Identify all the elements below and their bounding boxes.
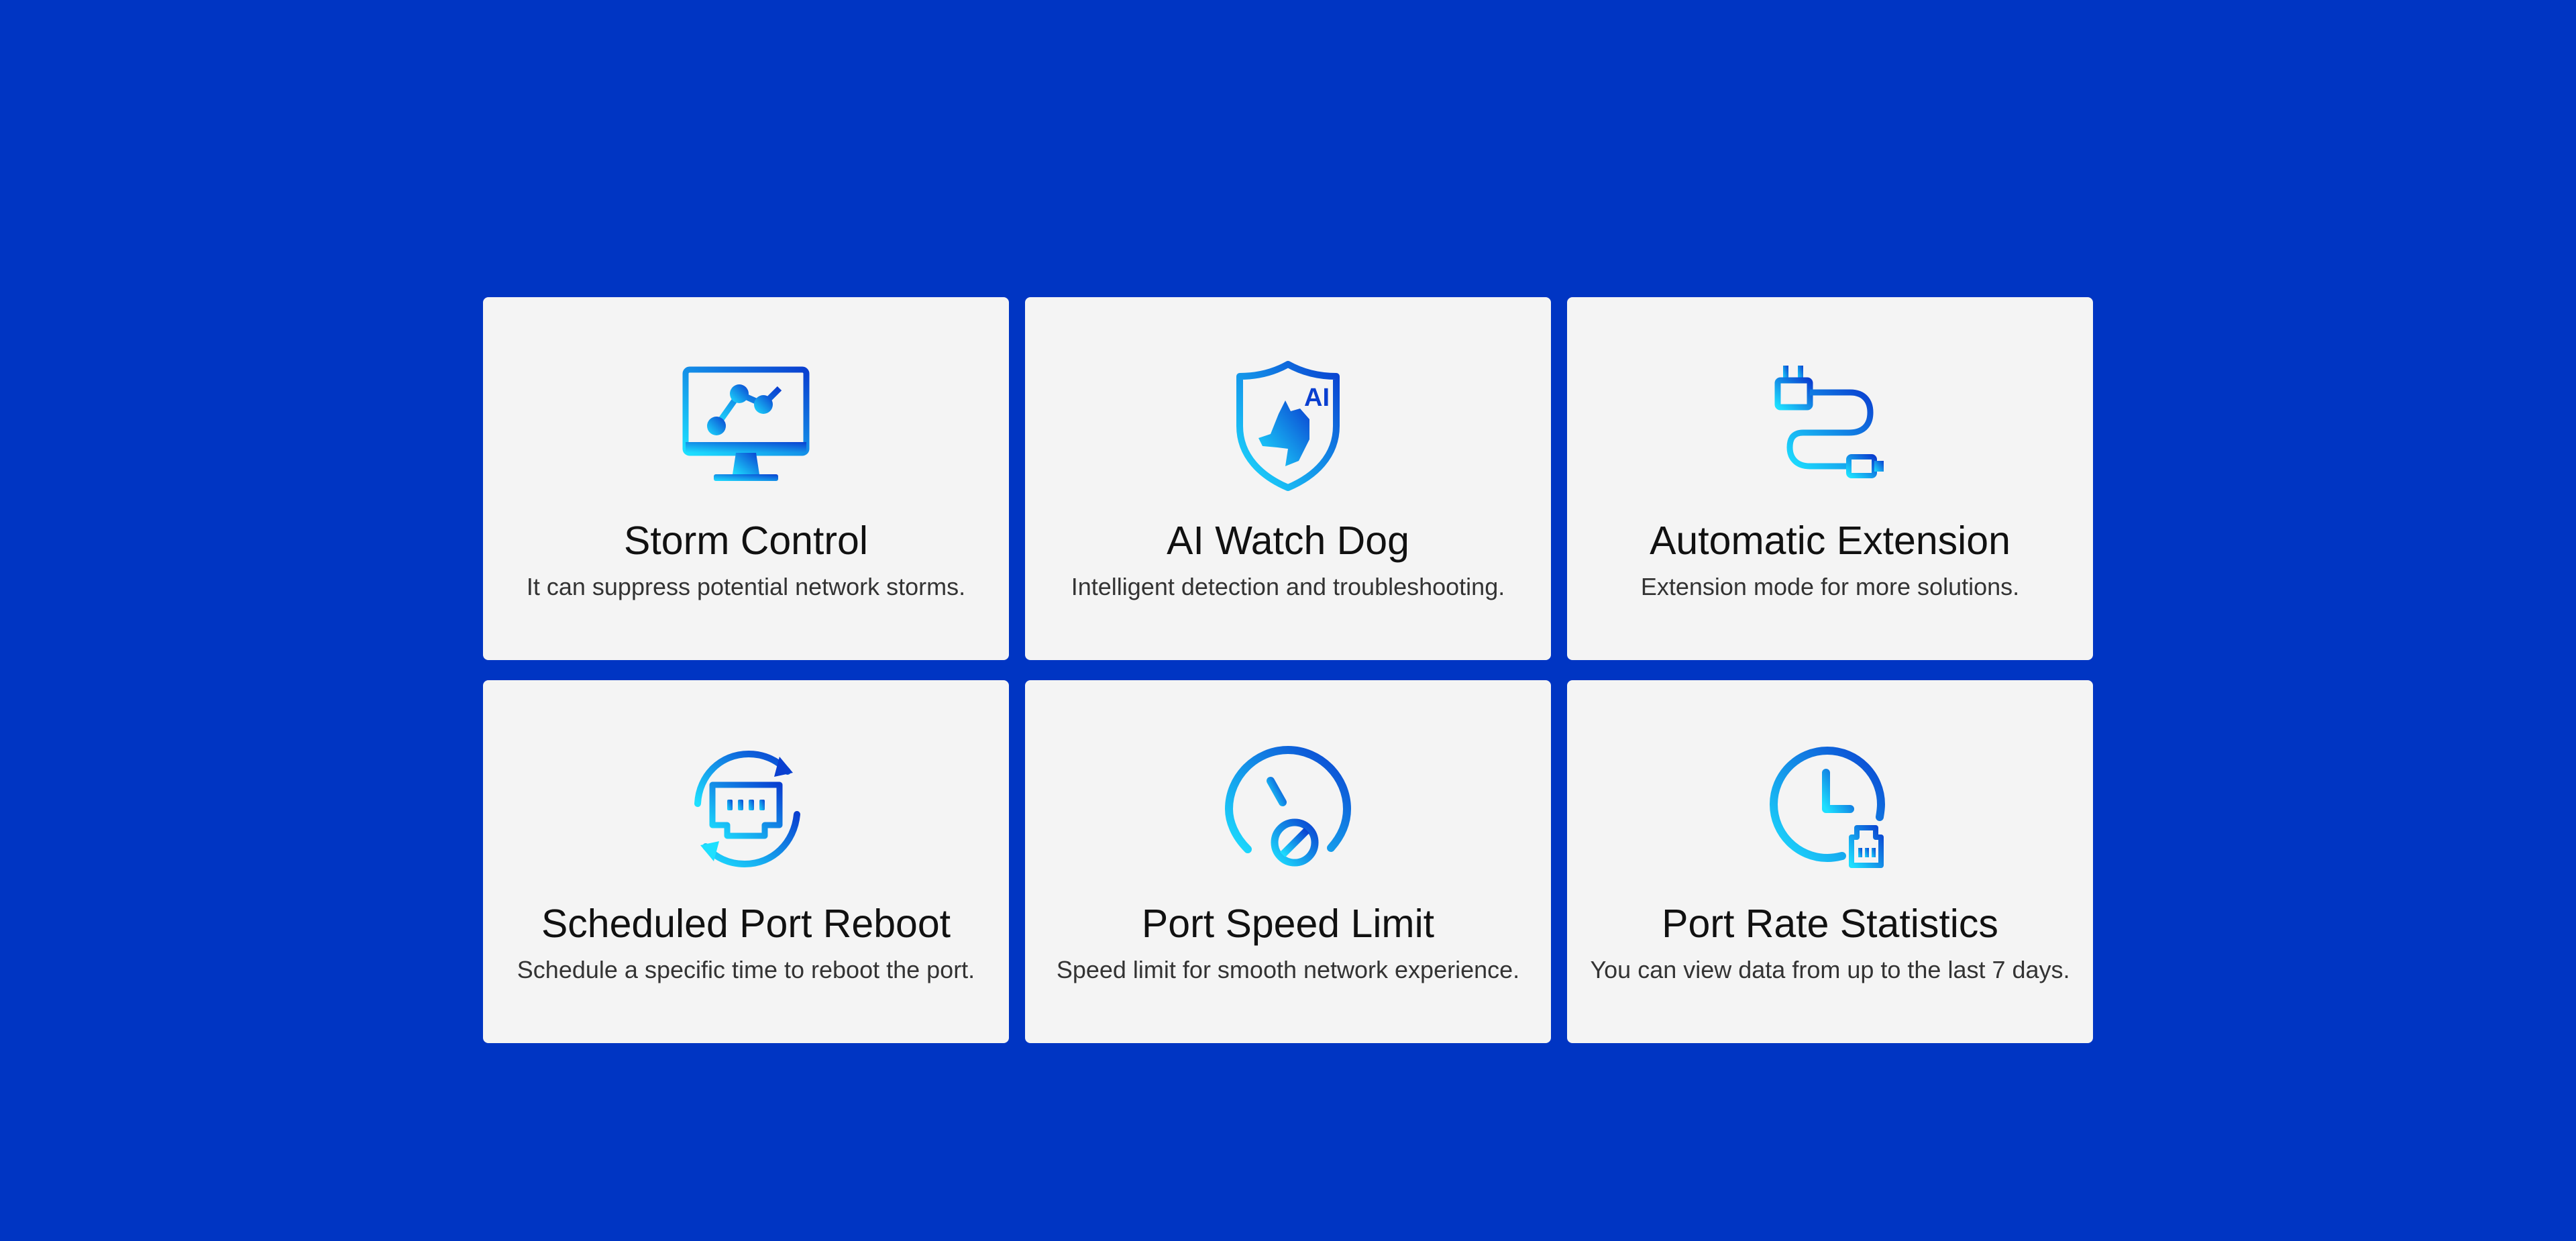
feature-title: Automatic Extension	[1650, 519, 2010, 563]
feature-description: You can view data from up to the last 7 …	[1590, 956, 2070, 983]
feature-description: It can suppress potential network storms…	[526, 573, 966, 600]
clock-port-icon	[1763, 742, 1897, 876]
feature-description: Schedule a specific time to reboot the p…	[517, 956, 975, 983]
feature-card-ai-watch-dog: AI AI Watch Dog Intelligent detection an…	[1025, 297, 1551, 660]
feature-card-port-speed-limit: Port Speed Limit Speed limit for smooth …	[1025, 680, 1551, 1043]
feature-title: AI Watch Dog	[1167, 519, 1409, 563]
monitor-network-graph-icon	[679, 359, 813, 493]
plug-cable-icon	[1763, 359, 1897, 493]
feature-title: Port Speed Limit	[1141, 902, 1435, 946]
ai-badge-text: AI	[1304, 384, 1330, 412]
feature-description: Intelligent detection and troubleshootin…	[1071, 573, 1505, 600]
shield-dog-ai-icon: AI	[1221, 359, 1355, 493]
port-refresh-icon	[679, 742, 813, 876]
feature-description: Extension mode for more solutions.	[1640, 573, 2020, 600]
feature-card-scheduled-port-reboot: Scheduled Port Reboot Schedule a specifi…	[483, 680, 1009, 1043]
feature-title: Scheduled Port Reboot	[541, 902, 951, 946]
feature-card-port-rate-statistics: Port Rate Statistics You can view data f…	[1567, 680, 2093, 1043]
feature-description: Speed limit for smooth network experienc…	[1056, 956, 1520, 983]
feature-card-storm-control: Storm Control It can suppress potential …	[483, 297, 1009, 660]
speed-gauge-limit-icon	[1221, 742, 1355, 876]
feature-card-automatic-extension: Automatic Extension Extension mode for m…	[1567, 297, 2093, 660]
feature-title: Storm Control	[624, 519, 868, 563]
feature-grid: Storm Control It can suppress potential …	[483, 297, 2093, 1043]
feature-title: Port Rate Statistics	[1662, 902, 1998, 946]
